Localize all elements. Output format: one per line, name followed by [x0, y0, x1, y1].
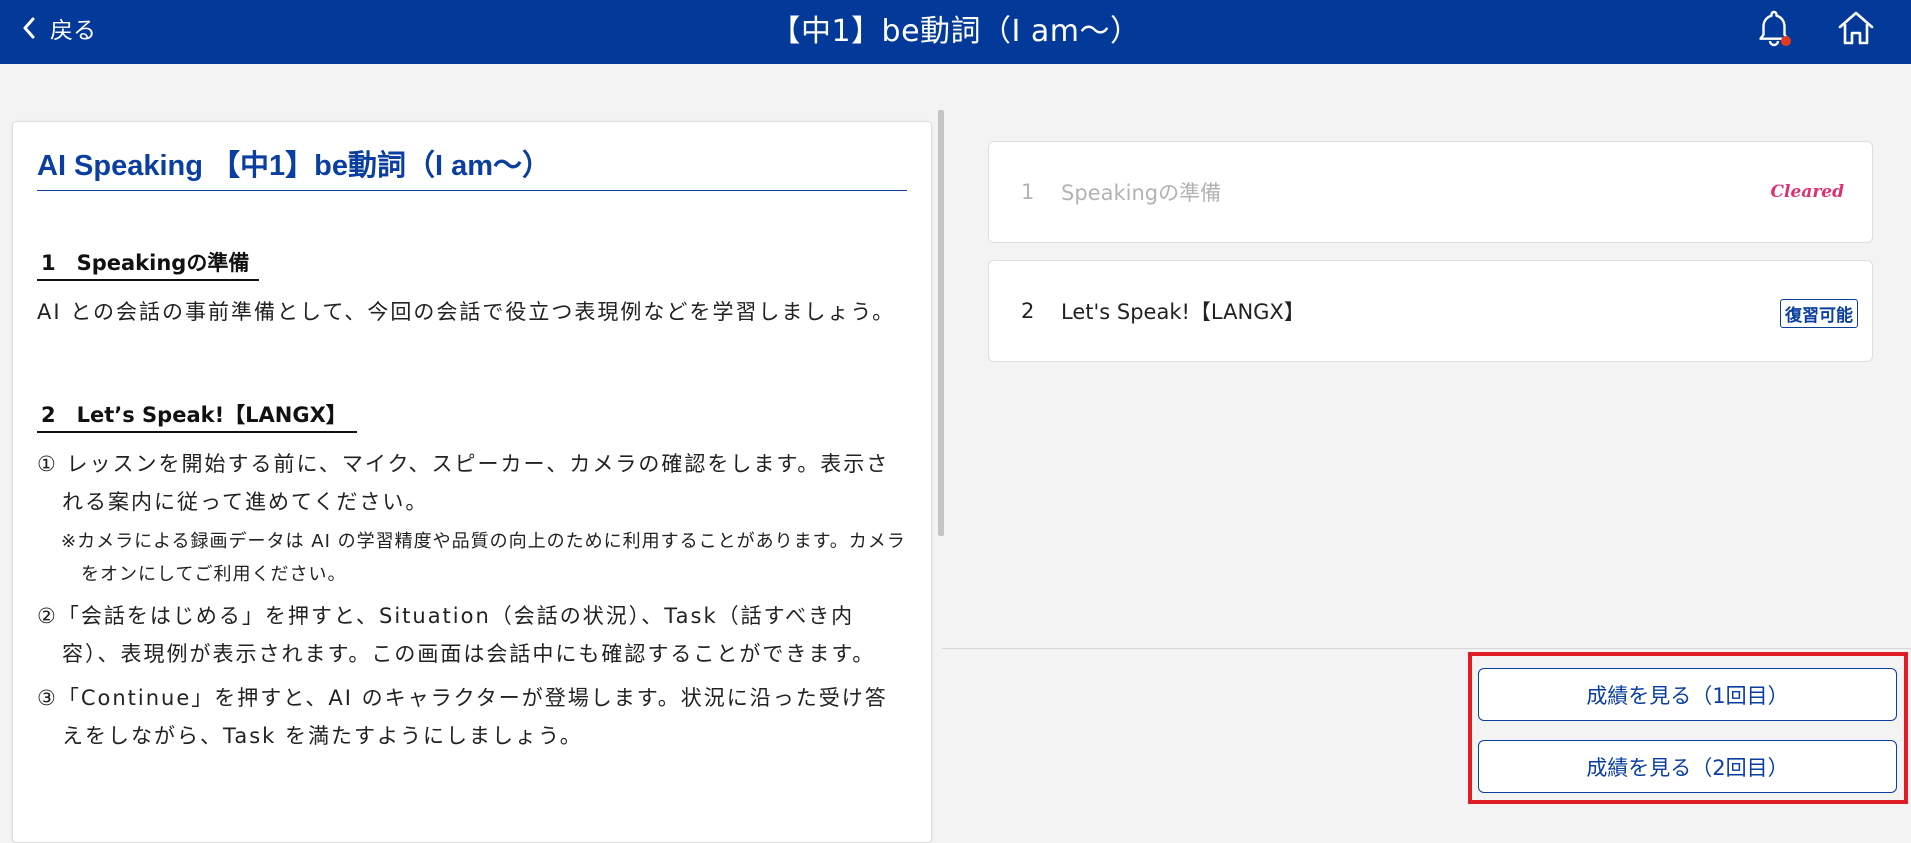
home-button[interactable] — [1836, 8, 1876, 48]
notification-button[interactable] — [1754, 8, 1794, 48]
scrollbar-thumb[interactable] — [938, 110, 944, 536]
top-bar: 戻る 【中1】be動詞（I am〜） — [0, 0, 1911, 64]
cleared-badge: Cleared — [1770, 182, 1844, 202]
section-heading-lets-speak: 2 Let’s Speak!【LANGX】 — [37, 399, 357, 433]
document-title: AI Speaking 【中1】be動詞（I am〜） — [37, 142, 907, 191]
step-1-text: ① レッスンを開始する前に、マイク、スピーカー、カメラの確認をします。表示される… — [37, 452, 890, 514]
bell-icon — [1759, 10, 1791, 47]
lesson-item-speaking-prep[interactable]: 1 Speakingの準備 Cleared — [988, 141, 1873, 243]
lesson-label: Let's Speak!【LANGX】 — [1061, 300, 1305, 324]
lesson-item-lets-speak[interactable]: 2 Let's Speak!【LANGX】 復習可能 — [988, 260, 1873, 362]
view-score-button-2[interactable]: 成績を見る（2回目） — [1478, 740, 1897, 793]
section-heading-preparation: 1 Speakingの準備 — [37, 247, 260, 281]
step-2-text: ②「会話をはじめる」を押すと、Situation（会話の状況）、Task（話すべ… — [37, 604, 876, 666]
lesson-number: 2 — [1021, 299, 1035, 323]
section-text-preparation: AI との会話の事前準備として、今回の会話で役立つ表現例などを学習しましょう。 — [37, 300, 896, 324]
lesson-number: 1 — [1021, 180, 1035, 204]
lesson-label: Speakingの準備 — [1061, 181, 1222, 205]
home-icon — [1838, 11, 1874, 45]
page-title: 【中1】be動詞（I am〜） — [770, 14, 1141, 49]
lesson-description-panel: AI Speaking 【中1】be動詞（I am〜） 1 Speakingの準… — [12, 121, 932, 843]
step-3-text: ③「Continue」を押すと、AI のキャラクターが登場します。状況に沿った受… — [37, 686, 888, 748]
camera-note-text: ※カメラによる録画データは AI の学習精度や品質の向上のために利用することがあ… — [61, 531, 906, 585]
review-available-badge: 復習可能 — [1780, 299, 1858, 328]
divider — [942, 648, 1911, 649]
view-score-button-1[interactable]: 成績を見る（1回目） — [1478, 668, 1897, 721]
notification-dot — [1781, 36, 1791, 46]
